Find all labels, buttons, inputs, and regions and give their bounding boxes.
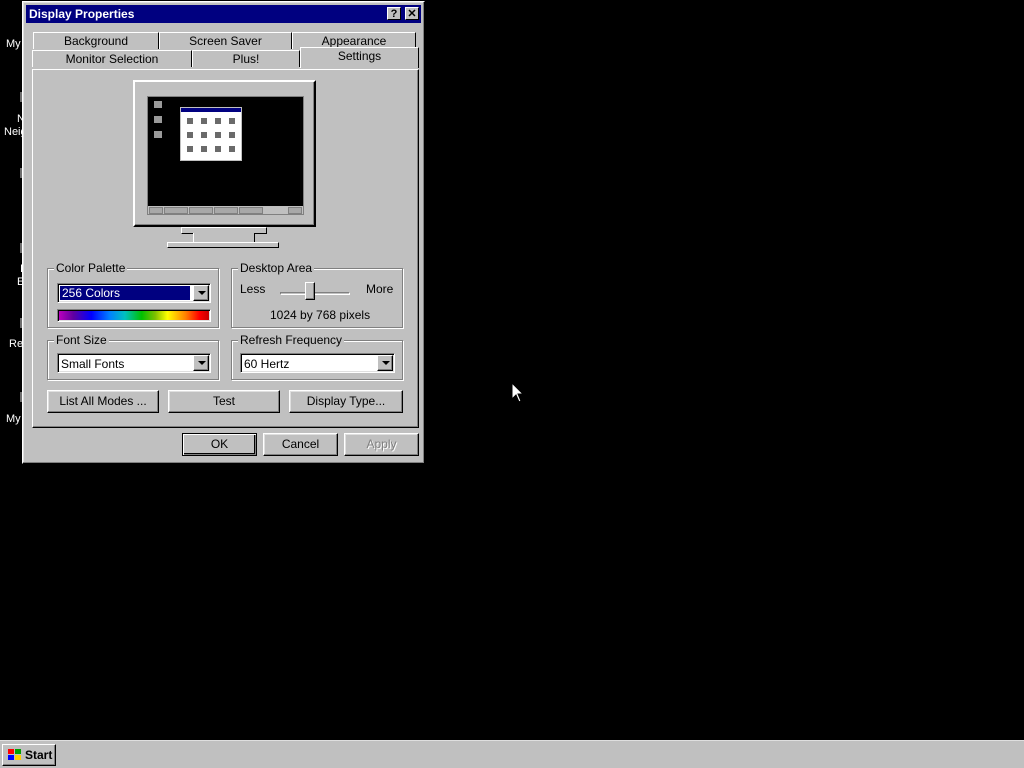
- mini-window-icon: [215, 118, 221, 124]
- test-button[interactable]: Test: [168, 390, 280, 413]
- display-properties-dialog: Display Properties ? ✕ Background Screen…: [22, 1, 425, 464]
- refresh-frequency-value: 60 Hertz: [244, 357, 290, 371]
- settings-panel: Color Palette 256 Colors Desktop Area Le…: [32, 69, 419, 428]
- font-size-group: Font Size Small Fonts: [47, 333, 219, 380]
- slider-less-label: Less: [240, 282, 266, 296]
- mini-task-button: [239, 207, 263, 214]
- monitor-base: [167, 242, 279, 248]
- mini-window-icon: [229, 132, 235, 138]
- mini-window-icon: [215, 146, 221, 152]
- mini-window-icon: [201, 146, 207, 152]
- tab-background[interactable]: Background: [33, 32, 159, 49]
- mini-task-button: [214, 207, 238, 214]
- mini-window-icon: [201, 132, 207, 138]
- mini-window-icon: [215, 132, 221, 138]
- tab-label: Monitor Selection: [65, 52, 159, 66]
- mini-desktop-icon: [154, 131, 162, 138]
- refresh-frequency-dropdown[interactable]: 60 Hertz: [240, 353, 395, 373]
- display-type-button[interactable]: Display Type...: [289, 390, 403, 413]
- font-size-value: Small Fonts: [61, 357, 125, 371]
- slider-more-label: More: [366, 282, 394, 296]
- mini-task-button: [164, 207, 188, 214]
- monitor-preview: [133, 80, 316, 227]
- color-palette-dropdown[interactable]: 256 Colors: [57, 283, 211, 303]
- apply-button[interactable]: Apply: [344, 433, 419, 456]
- start-label: Start: [25, 748, 53, 762]
- tab-plus[interactable]: Plus!: [192, 50, 300, 67]
- mini-window-icon: [187, 118, 193, 124]
- desktop-area-group: Desktop Area Less More 1024 by 768 pixel…: [231, 261, 403, 328]
- help-button[interactable]: ?: [387, 7, 401, 20]
- desktop-icon-label: My: [6, 38, 21, 50]
- dialog-title: Display Properties: [29, 7, 135, 21]
- mini-window-icon: [187, 132, 193, 138]
- refresh-frequency-label: Refresh Frequency: [238, 333, 345, 347]
- close-icon: ✕: [407, 8, 417, 20]
- mini-task-button: [189, 207, 213, 214]
- tab-screen-saver[interactable]: Screen Saver: [159, 32, 292, 49]
- tab-label: Settings: [337, 49, 382, 63]
- tab-label: Plus!: [232, 52, 260, 66]
- font-size-label: Font Size: [54, 333, 109, 347]
- cancel-button[interactable]: Cancel: [263, 433, 338, 456]
- mini-window-icon: [201, 118, 207, 124]
- color-palette-label: Color Palette: [54, 261, 128, 275]
- taskbar: Start: [0, 740, 1024, 768]
- mini-start-button: [149, 207, 163, 214]
- mini-taskbar: [148, 206, 303, 214]
- mouse-cursor-icon: [511, 381, 525, 406]
- chevron-down-icon[interactable]: [193, 285, 209, 301]
- desktop-icon-label: Re: [9, 338, 24, 350]
- chevron-down-icon[interactable]: [377, 355, 393, 371]
- tab-monitor-selection[interactable]: Monitor Selection: [32, 50, 192, 67]
- desktop-area-label: Desktop Area: [238, 261, 315, 275]
- mini-desktop-icon: [154, 116, 162, 123]
- help-icon: ?: [390, 8, 398, 20]
- mini-window-icon: [187, 146, 193, 152]
- mini-window-icon: [229, 146, 235, 152]
- mini-window-icon: [229, 118, 235, 124]
- mini-tray: [288, 207, 302, 214]
- monitor-stand-neck: [193, 233, 255, 242]
- desktop-area-slider-thumb[interactable]: [305, 282, 315, 300]
- desktop-area-slider-track[interactable]: [280, 292, 350, 295]
- tab-label: Background: [63, 34, 129, 48]
- close-button[interactable]: ✕: [405, 7, 419, 20]
- windows-logo-icon: [8, 749, 21, 760]
- mini-window: [180, 107, 242, 161]
- mini-window-titlebar: [181, 108, 241, 112]
- desktop-icon-label: My: [6, 413, 21, 425]
- title-bar[interactable]: Display Properties ? ✕: [26, 5, 421, 23]
- tab-label: Screen Saver: [189, 34, 262, 48]
- chevron-down-icon[interactable]: [193, 355, 209, 371]
- color-palette-value: 256 Colors: [59, 285, 191, 301]
- color-spectrum-bar: [57, 309, 211, 322]
- refresh-frequency-group: Refresh Frequency 60 Hertz: [231, 333, 403, 380]
- font-size-dropdown[interactable]: Small Fonts: [57, 353, 211, 373]
- resolution-text: 1024 by 768 pixels: [270, 308, 371, 322]
- list-all-modes-button[interactable]: List All Modes ...: [47, 390, 159, 413]
- start-button[interactable]: Start: [2, 744, 56, 766]
- color-palette-group: Color Palette 256 Colors: [47, 261, 219, 328]
- mini-desktop-icon: [154, 101, 162, 108]
- tab-settings[interactable]: Settings: [300, 47, 419, 68]
- monitor-screen: [147, 96, 304, 215]
- tab-label: Appearance: [321, 34, 387, 48]
- ok-button[interactable]: OK: [182, 433, 257, 456]
